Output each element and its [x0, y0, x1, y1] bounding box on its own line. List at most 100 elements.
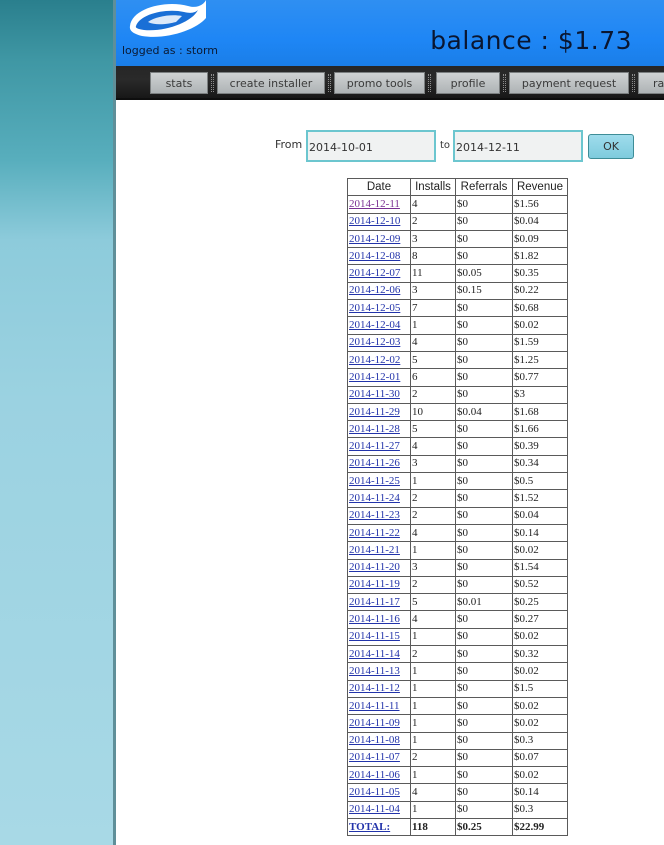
revenue-cell: $0.07	[512, 748, 568, 768]
table-row: 2014-11-12 1 $0 $1.5	[347, 679, 568, 698]
date-link[interactable]: 2014-11-25	[349, 475, 400, 487]
date-link[interactable]: 2014-11-26	[349, 457, 400, 469]
installs-cell: 3	[410, 454, 456, 474]
date-link[interactable]: 2014-11-05	[349, 786, 400, 798]
date-link[interactable]: 2014-11-21	[349, 544, 400, 556]
referrals-cell: $0	[455, 541, 513, 560]
referrals-cell: $0	[455, 472, 513, 491]
table-row: 2014-12-06 3 $0.15 $0.22	[347, 281, 568, 301]
date-link[interactable]: 2014-11-15	[349, 630, 400, 642]
installs-cell: 5	[410, 350, 456, 370]
date-link[interactable]: 2014-12-02	[349, 354, 400, 366]
installs-cell: 5	[410, 420, 456, 439]
date-link[interactable]: 2014-11-23	[349, 509, 400, 521]
revenue-cell: $1.66	[512, 420, 568, 439]
date-link[interactable]: 2014-12-03	[349, 336, 400, 348]
table-row: 2014-11-05 4 $0 $0.14	[347, 783, 568, 802]
table-row: 2014-11-20 3 $0 $1.54	[347, 558, 568, 577]
ok-button[interactable]: OK	[588, 134, 634, 159]
table-row: 2014-11-07 2 $0 $0.07	[347, 748, 568, 768]
installs-cell: 6	[410, 368, 456, 387]
date-link[interactable]: 2014-11-13	[349, 665, 400, 677]
nav-item-stats[interactable]: stats	[150, 72, 208, 94]
revenue-cell: $0.04	[512, 506, 568, 525]
left-background-strip	[0, 0, 116, 845]
referrals-cell: $0	[455, 766, 513, 785]
date-link[interactable]: 2014-11-17	[349, 596, 400, 608]
installs-cell: 11	[410, 264, 456, 283]
nav-item-payment-request[interactable]: payment request	[509, 72, 629, 94]
table-row: 2014-11-21 1 $0 $0.02	[347, 541, 568, 560]
date-link[interactable]: 2014-11-20	[349, 561, 400, 573]
total-cell: TOTAL:	[347, 817, 411, 837]
referrals-cell: $0	[455, 575, 513, 595]
date-link[interactable]: 2014-11-27	[349, 440, 400, 452]
nav-item-profile[interactable]: profile	[436, 72, 500, 94]
referrals-cell: $0.15	[455, 281, 513, 301]
date-link[interactable]: 2014-11-09	[349, 717, 400, 729]
installs-cell: 8	[410, 247, 456, 266]
revenue-cell: $0.35	[512, 264, 568, 283]
installs-cell: 3	[410, 229, 456, 249]
table-row: 2014-12-09 3 $0 $0.09	[347, 229, 568, 249]
referrals-cell: $0	[455, 195, 513, 214]
installs-cell: 4	[410, 195, 456, 214]
date-link[interactable]: 2014-11-14	[349, 648, 400, 660]
date-link[interactable]: 2014-12-08	[349, 250, 400, 262]
table-row: 2014-11-24 2 $0 $1.52	[347, 489, 568, 508]
date-link[interactable]: 2014-12-09	[349, 233, 400, 245]
installs-cell: 4	[410, 437, 456, 456]
date-link[interactable]: 2014-11-30	[349, 388, 400, 400]
column-header-installs: Installs	[410, 177, 456, 197]
revenue-cell: $0.27	[512, 610, 568, 629]
date-link[interactable]: 2014-12-04	[349, 319, 400, 331]
date-link[interactable]: 2014-12-01	[349, 371, 400, 383]
nav-item-promo-tools[interactable]: promo tools	[334, 72, 425, 94]
date-link[interactable]: 2014-11-19	[349, 578, 400, 590]
installs-cell: 1	[410, 714, 456, 733]
installs-cell: 10	[410, 402, 456, 422]
date-link[interactable]: 2014-11-12	[349, 682, 400, 694]
nav-item-create-installer[interactable]: create installer	[217, 72, 325, 94]
referrals-cell: $0	[455, 645, 513, 664]
table-row: 2014-11-22 4 $0 $0.14	[347, 523, 568, 543]
nav-separator	[211, 74, 214, 92]
date-link[interactable]: 2014-12-10	[349, 215, 400, 227]
installs-cell: 1	[410, 662, 456, 681]
installs-cell: 4	[410, 333, 456, 352]
date-link[interactable]: 2014-11-07	[349, 751, 400, 763]
date-link[interactable]: 2014-11-06	[349, 769, 400, 781]
referrals-cell: $0.01	[455, 593, 513, 612]
date-cell: 2014-11-19	[347, 575, 411, 595]
date-link[interactable]: 2014-11-29	[349, 406, 400, 418]
date-link[interactable]: 2014-11-11	[349, 700, 400, 712]
revenue-cell: $1.5	[512, 679, 568, 698]
installs-cell: 1	[410, 696, 456, 716]
referrals-cell: $0	[455, 368, 513, 387]
revenue-cell: $1.68	[512, 402, 568, 422]
date-link[interactable]: 2014-11-28	[349, 423, 400, 435]
referrals-cell: $0.05	[455, 264, 513, 283]
total-link[interactable]: TOTAL:	[349, 821, 390, 833]
date-link[interactable]: 2014-12-06	[349, 284, 400, 296]
referrals-cell: $0	[455, 437, 513, 456]
date-link[interactable]: 2014-11-22	[349, 527, 400, 539]
date-link[interactable]: 2014-11-08	[349, 734, 400, 746]
to-date-input[interactable]: 2014-12-11	[453, 130, 583, 162]
date-link[interactable]: 2014-11-24	[349, 492, 400, 504]
installs-cell: 5	[410, 593, 456, 612]
date-link[interactable]: 2014-12-11	[349, 198, 400, 210]
date-link[interactable]: 2014-12-05	[349, 302, 400, 314]
date-link[interactable]: 2014-12-07	[349, 267, 400, 279]
total-installs: 118	[410, 817, 456, 837]
revenue-cell: $1.56	[512, 195, 568, 214]
date-link[interactable]: 2014-11-04	[349, 803, 400, 815]
from-date-input[interactable]: 2014-10-01	[306, 130, 436, 162]
referrals-cell: $0	[455, 731, 513, 750]
revenue-cell: $0.3	[512, 731, 568, 750]
revenue-cell: $0.32	[512, 645, 568, 664]
date-link[interactable]: 2014-11-16	[349, 613, 400, 625]
nav-item-ra[interactable]: ra	[638, 72, 664, 94]
revenue-cell: $0.5	[512, 472, 568, 491]
date-cell: 2014-12-07	[347, 264, 411, 283]
